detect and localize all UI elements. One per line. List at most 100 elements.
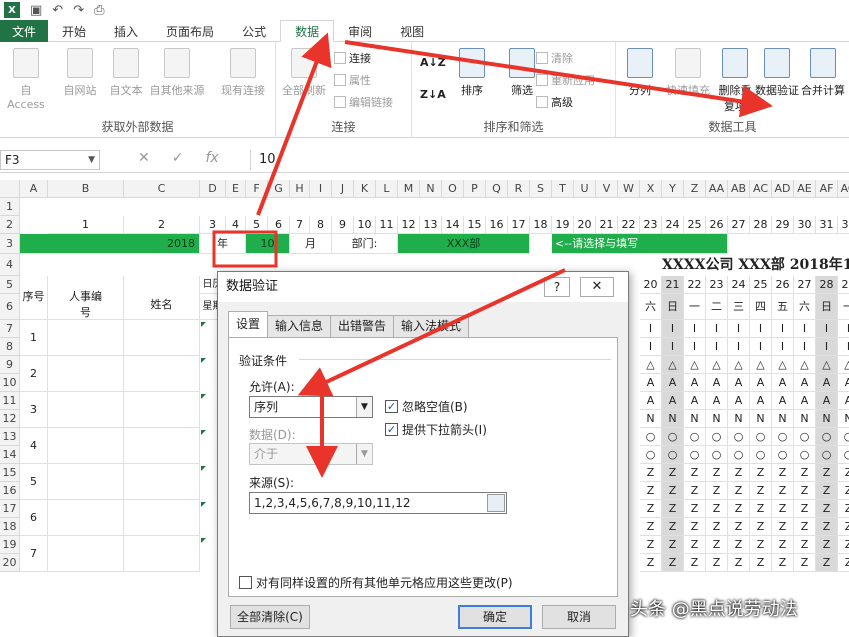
cell[interactable]: 31 xyxy=(816,216,838,234)
connections-button[interactable]: 连接 xyxy=(334,50,371,66)
mark-cell[interactable]: Z xyxy=(772,518,794,536)
mark-cell[interactable]: Z xyxy=(794,500,816,518)
mark-cell[interactable]: ○ xyxy=(728,446,750,464)
allow-select[interactable]: 序列 ▼ xyxy=(249,396,373,418)
properties-button[interactable]: 属性 xyxy=(334,72,371,88)
row-header[interactable]: 13 xyxy=(0,428,20,446)
mark-cell[interactable]: ○ xyxy=(684,428,706,446)
mark-cell[interactable]: A xyxy=(640,392,662,410)
cancel-button[interactable]: 取消 xyxy=(542,605,616,629)
cell[interactable]: 9 xyxy=(332,216,354,234)
undo-icon[interactable]: ↶ xyxy=(52,3,63,18)
column-header[interactable]: L xyxy=(376,180,398,198)
row-header[interactable]: 1 xyxy=(0,198,20,216)
mark-cell[interactable]: △ xyxy=(706,356,728,374)
mark-cell[interactable]: ○ xyxy=(684,446,706,464)
cell[interactable]: 32 xyxy=(838,216,849,234)
column-header[interactable]: AA xyxy=(706,180,728,198)
column-header[interactable]: Y xyxy=(662,180,684,198)
from-access-button[interactable]: 自 Access xyxy=(0,48,52,111)
column-header[interactable]: A xyxy=(20,180,48,198)
column-header[interactable]: I xyxy=(310,180,332,198)
mark-cell[interactable]: Z xyxy=(772,482,794,500)
mark-cell[interactable]: N xyxy=(640,410,662,428)
cancel-icon[interactable]: ✕ xyxy=(138,150,150,166)
column-header[interactable]: M xyxy=(398,180,420,198)
emp-cell[interactable] xyxy=(48,428,124,464)
column-header[interactable]: AC xyxy=(750,180,772,198)
row-header[interactable]: 2 xyxy=(0,216,20,234)
mark-cell[interactable]: A xyxy=(684,392,706,410)
column-header[interactable]: K xyxy=(354,180,376,198)
row-header[interactable]: 4 xyxy=(0,254,20,276)
cell[interactable]: 7 xyxy=(290,216,310,234)
mark-cell[interactable]: A xyxy=(706,392,728,410)
column-header[interactable]: V xyxy=(596,180,618,198)
seq-cell[interactable]: 2 xyxy=(20,356,48,392)
mark-cell[interactable]: A xyxy=(684,374,706,392)
seq-cell[interactable]: 6 xyxy=(20,500,48,536)
cell[interactable]: 25 xyxy=(684,216,706,234)
seq-cell[interactable]: 1 xyxy=(20,320,48,356)
cell[interactable]: 10 xyxy=(354,216,376,234)
mark-cell[interactable]: Z xyxy=(662,464,684,482)
mark-cell[interactable]: A xyxy=(772,392,794,410)
tab-data[interactable]: 数据 xyxy=(280,20,335,42)
column-header[interactable]: J xyxy=(332,180,354,198)
mark-cell[interactable]: ○ xyxy=(706,446,728,464)
mark-cell[interactable]: A xyxy=(728,392,750,410)
mark-cell[interactable]: N xyxy=(728,410,750,428)
mark-cell[interactable]: I xyxy=(750,338,772,356)
enter-icon[interactable]: ✓ xyxy=(172,150,184,166)
formula-input[interactable]: 10 xyxy=(250,150,849,170)
reapply-button[interactable]: 重新应用 xyxy=(536,72,595,88)
cell[interactable]: 20 xyxy=(574,216,596,234)
row-header[interactable]: 15 xyxy=(0,464,20,482)
mark-cell[interactable]: A xyxy=(794,392,816,410)
tab-formulas[interactable]: 公式 xyxy=(228,20,280,42)
mark-cell[interactable]: ○ xyxy=(640,446,662,464)
row-header[interactable]: 14 xyxy=(0,446,20,464)
dropdown-arrow-checkbox[interactable]: ✓ 提供下拉箭头(I) xyxy=(385,421,487,438)
cell[interactable]: 21 xyxy=(596,216,618,234)
year-cell[interactable]: 2018 xyxy=(20,234,200,254)
sort-za-icon[interactable]: Z↓A xyxy=(420,88,446,101)
column-header[interactable]: AB xyxy=(728,180,750,198)
mark-cell[interactable]: Z xyxy=(750,518,772,536)
name-cell[interactable] xyxy=(124,500,200,536)
mark-cell[interactable]: Z xyxy=(662,482,684,500)
mark-cell[interactable]: Z xyxy=(750,536,772,554)
mark-cell[interactable]: Z xyxy=(728,518,750,536)
tab-ime-mode[interactable]: 输入法模式 xyxy=(393,315,470,337)
mark-cell[interactable]: Z xyxy=(684,536,706,554)
help-button[interactable]: ? xyxy=(544,277,570,297)
column-header[interactable]: D xyxy=(200,180,226,198)
mark-cell[interactable]: △ xyxy=(794,356,816,374)
seq-cell[interactable]: 3 xyxy=(20,392,48,428)
row-header[interactable]: 10 xyxy=(0,374,20,392)
mark-cell[interactable]: N xyxy=(838,410,849,428)
name-cell[interactable] xyxy=(124,428,200,464)
cell[interactable]: 2 xyxy=(124,216,200,234)
from-web-button[interactable]: 自网站 xyxy=(54,48,106,98)
row-header[interactable]: 12 xyxy=(0,410,20,428)
mark-cell[interactable]: Z xyxy=(838,482,849,500)
mark-cell[interactable]: I xyxy=(706,320,728,338)
cell[interactable]: 26 xyxy=(706,216,728,234)
row-header[interactable]: 8 xyxy=(0,338,20,356)
cell[interactable]: 3 xyxy=(200,216,226,234)
mark-cell[interactable]: ○ xyxy=(772,428,794,446)
tab-error-alert[interactable]: 出错警告 xyxy=(330,315,395,337)
mark-cell[interactable]: △ xyxy=(816,356,838,374)
name-cell[interactable] xyxy=(124,356,200,392)
mark-cell[interactable]: Z xyxy=(794,554,816,572)
tab-insert[interactable]: 插入 xyxy=(100,20,152,42)
mark-cell[interactable]: Z xyxy=(662,500,684,518)
column-header[interactable]: E xyxy=(226,180,246,198)
refresh-all-button[interactable]: 全部刷新 xyxy=(278,48,330,98)
mark-cell[interactable]: ○ xyxy=(640,428,662,446)
mark-cell[interactable]: A xyxy=(816,392,838,410)
redo-icon[interactable]: ↷ xyxy=(73,3,84,18)
row-header[interactable]: 9 xyxy=(0,356,20,374)
row-header[interactable]: 5 xyxy=(0,276,20,294)
